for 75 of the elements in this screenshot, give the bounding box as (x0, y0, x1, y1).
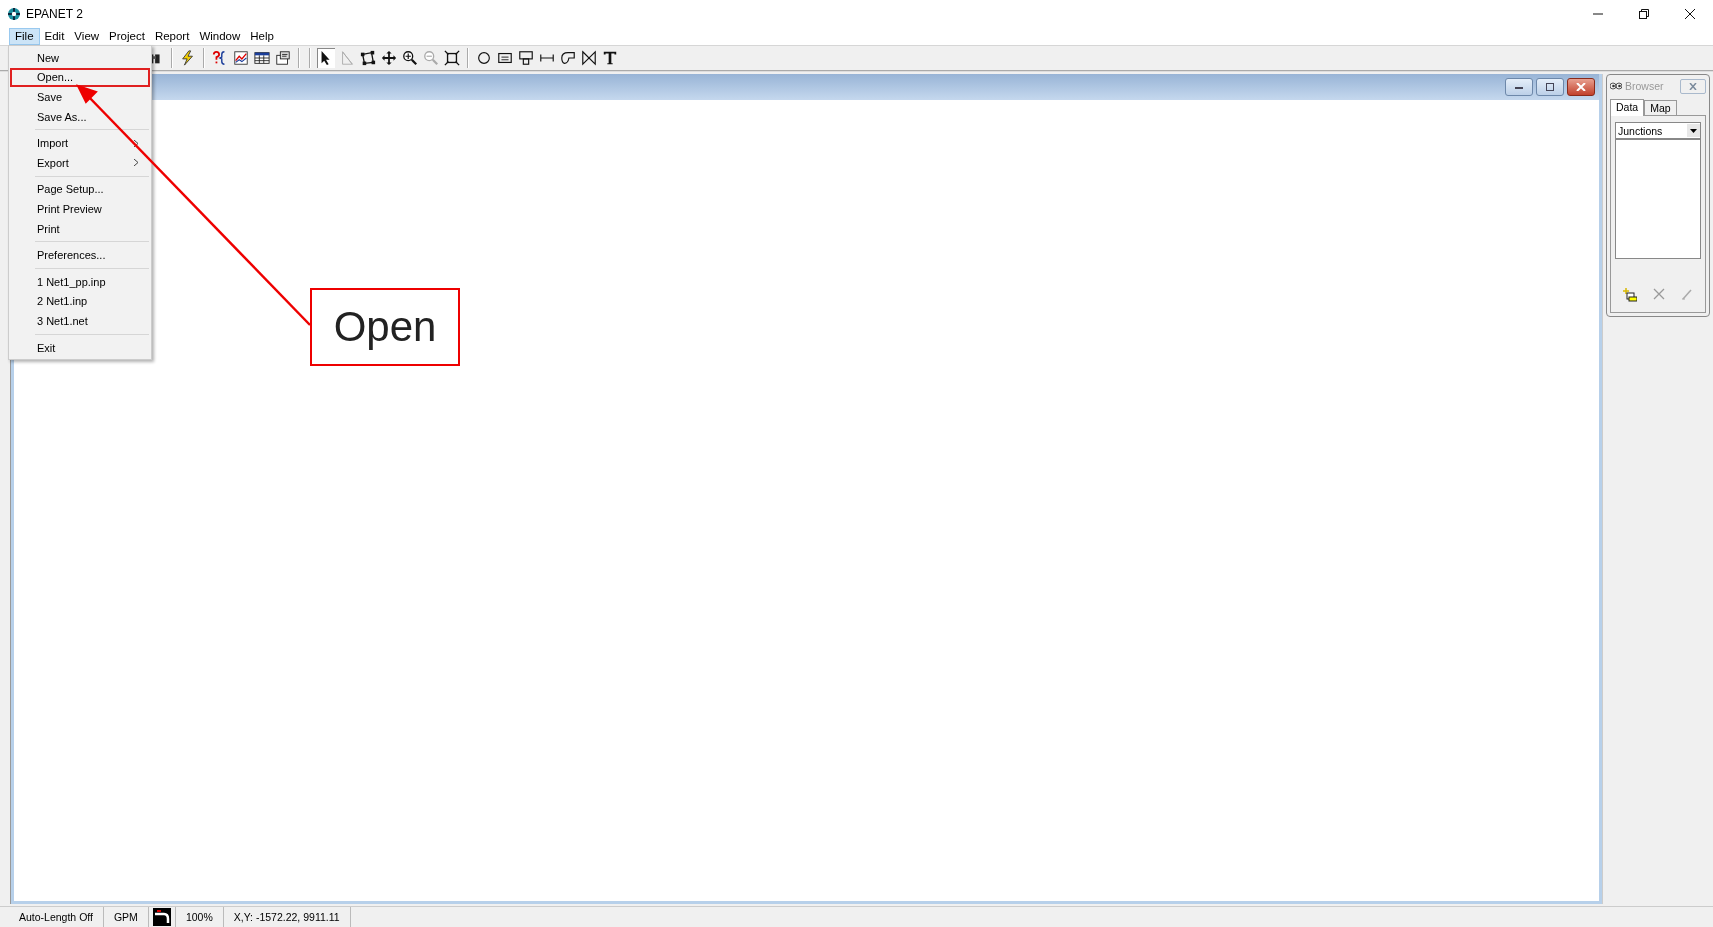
menu-item[interactable]: Save As... (10, 106, 150, 127)
text-tool-icon (602, 50, 618, 66)
menu-item[interactable]: Save (10, 87, 150, 107)
restore-icon (1639, 9, 1649, 19)
minimize-button[interactable] (1505, 78, 1533, 96)
menu-item[interactable]: 3 Net1.net (10, 311, 150, 331)
vertex-icon (339, 50, 355, 66)
browser-tab[interactable]: Map (1644, 100, 1677, 115)
menu-item[interactable]: Exit (10, 337, 150, 358)
menu-item[interactable]: Project (104, 28, 150, 45)
menu-item[interactable]: Page Setup... (10, 179, 150, 200)
table-icon (254, 50, 270, 66)
menu-item[interactable]: Open... (10, 67, 150, 88)
dropdown-value: Junctions (1618, 124, 1663, 137)
options-icon (275, 50, 291, 66)
valve-icon (581, 50, 597, 66)
zoom-out-icon (423, 50, 439, 66)
menu-item[interactable]: Export (10, 152, 150, 173)
menu-item[interactable]: Print Preview (10, 199, 150, 219)
menu-item[interactable]: View (69, 28, 105, 45)
close-button[interactable] (1567, 78, 1595, 96)
pump-icon (560, 50, 576, 66)
eyes-icon (1610, 82, 1622, 90)
pan-icon (381, 50, 397, 66)
add-object-icon (1623, 288, 1637, 302)
graph-tool-button[interactable] (232, 48, 250, 68)
panel-title: Browser (1625, 80, 1664, 92)
tank-tool-button[interactable] (517, 48, 535, 68)
menu-item[interactable]: 1 Net1_pp.inp (10, 271, 150, 292)
app-logo-icon (7, 7, 21, 21)
polygon-icon (360, 50, 376, 66)
valve-tool-button[interactable] (580, 48, 598, 68)
lightning-icon (180, 50, 196, 66)
close-icon (1576, 83, 1586, 91)
status-text: 100% (175, 907, 224, 927)
pointer-tool-button[interactable] (317, 48, 335, 68)
close-icon (1689, 82, 1697, 90)
graph-icon (233, 50, 249, 66)
menu-item[interactable]: Import (10, 133, 150, 153)
close-icon (1685, 9, 1695, 19)
tank-icon (518, 50, 534, 66)
polygon-tool-button[interactable] (359, 48, 377, 68)
window-title: EPANET 2 (26, 7, 83, 21)
menu-item[interactable]: Window (194, 28, 246, 45)
delete-icon (1653, 288, 1665, 300)
flow-direction-icon (152, 908, 171, 926)
object-list[interactable] (1615, 139, 1701, 259)
pan-tool-button[interactable] (380, 48, 398, 68)
status-text: X,Y: -1572.22, 9911.11 (223, 907, 351, 927)
browser-tab[interactable]: Data (1610, 99, 1645, 116)
junction-icon (476, 50, 492, 66)
menu-item[interactable]: 2 Net1.inp (10, 291, 150, 312)
full-extent-icon (444, 50, 460, 66)
dropdown-arrow-icon (1690, 128, 1697, 133)
zoom-in-icon (402, 50, 418, 66)
zoom-in-tool-button[interactable] (401, 48, 419, 68)
options-tool-button[interactable] (274, 48, 292, 68)
annotation-label: Open (310, 288, 460, 366)
full-extent-tool-button[interactable] (443, 48, 461, 68)
status-text: GPM (103, 907, 149, 927)
menu-item[interactable]: Edit (39, 28, 70, 45)
menu-item[interactable]: Report (149, 28, 195, 45)
minimize-icon (1514, 84, 1524, 90)
reservoir-icon (497, 50, 513, 66)
maximize-button[interactable] (1536, 78, 1564, 96)
status-text: Auto-Length Off (9, 907, 104, 927)
pencil-icon (1681, 288, 1693, 300)
category-dropdown[interactable]: Junctions (1615, 122, 1701, 139)
menu-item[interactable]: Help (245, 28, 279, 45)
menu-item[interactable]: New (10, 48, 150, 68)
maximize-icon (1546, 83, 1554, 91)
menu-item[interactable]: File (9, 28, 40, 45)
menu-item[interactable]: Preferences... (10, 245, 150, 265)
add-object-button[interactable] (1623, 288, 1637, 304)
menu-item[interactable]: Print (10, 218, 150, 239)
